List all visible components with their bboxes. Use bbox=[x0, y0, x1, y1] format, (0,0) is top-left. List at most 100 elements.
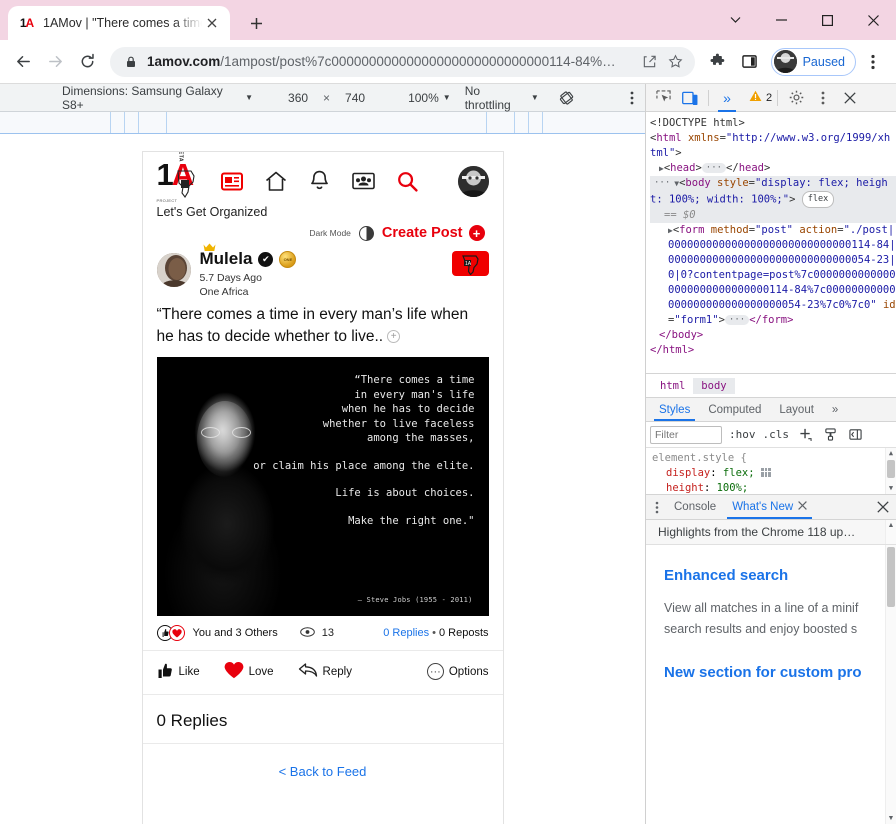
plus-icon[interactable] bbox=[796, 426, 814, 444]
new-tab-button[interactable] bbox=[242, 9, 270, 37]
sidebar-toggle-icon[interactable] bbox=[846, 426, 864, 444]
device-toolbar-icon[interactable] bbox=[677, 86, 703, 110]
whats-new-heading-2[interactable]: New section for custom pro bbox=[664, 664, 882, 681]
styles-rules-pane[interactable]: element.style { display: flex; height: 1… bbox=[646, 448, 896, 494]
more-panels-button[interactable]: » bbox=[714, 86, 740, 112]
style-declaration-display[interactable]: display: flex; bbox=[652, 466, 896, 481]
drawer-tab-close-icon[interactable] bbox=[798, 501, 808, 513]
dom-line-head[interactable]: ▶<head> ··· </head> bbox=[650, 161, 896, 176]
scroll-up-arrow-icon[interactable]: ▲ bbox=[886, 448, 896, 459]
elements-tree[interactable]: <!DOCTYPE html> <html xmlns="http://www.… bbox=[646, 112, 896, 373]
post-source-flag-badge[interactable]: 1A bbox=[451, 251, 489, 276]
tab-more-styles[interactable]: » bbox=[823, 398, 847, 421]
collapsed-children-icon[interactable]: ··· bbox=[701, 163, 727, 173]
post-text: “There comes a time in every man’s life … bbox=[157, 304, 489, 348]
browser-tab[interactable]: 1A 1AMov | "There comes a time in bbox=[8, 6, 230, 40]
search-icon[interactable] bbox=[395, 168, 421, 194]
address-bar[interactable]: 1amov.com/1ampost/post%7c000000000000000… bbox=[110, 46, 695, 77]
like-label: Like bbox=[178, 665, 200, 678]
breadcrumb-item-body[interactable]: body bbox=[693, 377, 735, 394]
dark-mode-toggle[interactable] bbox=[358, 225, 374, 241]
bookmark-star-icon[interactable] bbox=[663, 49, 689, 75]
scrollbar-thumb[interactable] bbox=[887, 460, 895, 478]
profile-status-label: Paused bbox=[802, 54, 845, 69]
scrollbar-thumb[interactable] bbox=[887, 547, 895, 607]
like-button[interactable]: Like bbox=[157, 662, 200, 682]
chrome-menu-kebab-icon[interactable] bbox=[858, 47, 888, 77]
scroll-up-arrow-icon[interactable]: ▲ bbox=[886, 520, 896, 531]
expand-post-icon[interactable]: + bbox=[387, 330, 401, 344]
side-panel-icon[interactable] bbox=[735, 47, 765, 77]
tab-close-icon[interactable] bbox=[202, 13, 222, 33]
collapsed-children-icon[interactable]: ··· bbox=[724, 315, 750, 325]
back-button[interactable] bbox=[8, 47, 38, 77]
forward-button[interactable] bbox=[40, 47, 70, 77]
rotate-icon[interactable] bbox=[555, 86, 580, 110]
whats-new-heading-1[interactable]: Enhanced search bbox=[664, 567, 882, 584]
style-property-display[interactable]: display bbox=[652, 467, 710, 479]
device-dimensions-select[interactable]: Dimensions: Samsung Galaxy S8+ ▼ bbox=[62, 84, 253, 112]
feed-icon[interactable] bbox=[219, 168, 245, 194]
cls-toggle[interactable]: .cls bbox=[763, 428, 790, 441]
drawer-kebab-icon[interactable] bbox=[648, 495, 666, 519]
inspect-element-icon[interactable] bbox=[650, 86, 676, 110]
profile-chip[interactable]: Paused bbox=[770, 47, 856, 76]
love-button[interactable]: Love bbox=[224, 661, 274, 682]
style-property-height[interactable]: height bbox=[652, 482, 704, 494]
author-avatar[interactable] bbox=[156, 253, 191, 287]
style-declaration-height[interactable]: height: 100%; bbox=[652, 481, 896, 494]
replies-link[interactable]: 0 Replies bbox=[383, 627, 429, 639]
window-tab-search-button[interactable] bbox=[712, 0, 758, 40]
flex-editor-icon[interactable] bbox=[760, 468, 771, 477]
drawer-close-icon[interactable] bbox=[870, 495, 896, 519]
reply-button[interactable]: Reply bbox=[298, 662, 352, 681]
whats-new-scrollbar[interactable]: ▼ bbox=[885, 545, 896, 824]
window-close-button[interactable] bbox=[850, 0, 896, 40]
breadcrumb-item-html[interactable]: html bbox=[652, 378, 693, 394]
lock-icon bbox=[124, 55, 138, 69]
dom-line-body[interactable]: ··· ▼<body style="display: flex; height: … bbox=[650, 176, 896, 223]
window-minimize-button[interactable] bbox=[758, 0, 804, 40]
zoom-select[interactable]: 100% ▼ bbox=[408, 91, 451, 105]
style-value-height[interactable]: 100%; bbox=[717, 482, 749, 494]
warning-indicator[interactable]: 2 bbox=[749, 90, 772, 105]
app-logo[interactable]: 1 A BETA PROJECT bbox=[157, 152, 205, 203]
window-maximize-button[interactable] bbox=[804, 0, 850, 40]
drawer-tab-whats-new[interactable]: What's New bbox=[724, 495, 815, 519]
tab-computed[interactable]: Computed bbox=[699, 398, 770, 421]
drawer-tab-console[interactable]: Console bbox=[666, 495, 724, 519]
home-icon[interactable] bbox=[263, 168, 289, 194]
paint-icon[interactable] bbox=[821, 426, 839, 444]
dom-line-form[interactable]: ▶<form method="post" action="./post|0000… bbox=[650, 223, 896, 328]
device-toolbar-kebab-icon[interactable] bbox=[620, 86, 645, 110]
user-avatar[interactable] bbox=[457, 165, 489, 197]
reactions-text[interactable]: You and 3 Others bbox=[193, 627, 278, 639]
quote-line: among the masses, bbox=[367, 432, 475, 444]
viewport-width-input[interactable] bbox=[275, 89, 322, 106]
flex-badge[interactable]: flex bbox=[801, 191, 835, 208]
styles-filter-input[interactable] bbox=[650, 425, 722, 444]
devtools-kebab-icon[interactable] bbox=[810, 86, 836, 110]
devtools-close-icon[interactable] bbox=[837, 86, 863, 110]
options-button[interactable]: ··· Options bbox=[426, 663, 489, 680]
groups-icon[interactable] bbox=[351, 168, 377, 194]
style-value-flex[interactable]: flex; bbox=[723, 467, 755, 479]
throttling-select[interactable]: No throttling ▼ bbox=[465, 84, 539, 112]
tab-layout[interactable]: Layout bbox=[770, 398, 823, 421]
whats-new-scroll-track[interactable]: ▲ bbox=[885, 520, 896, 544]
reload-button[interactable] bbox=[72, 47, 102, 77]
tab-styles[interactable]: Styles bbox=[650, 398, 699, 421]
back-to-feed-link[interactable]: < Back to Feed bbox=[143, 744, 503, 805]
bell-icon[interactable] bbox=[307, 168, 333, 194]
styles-scrollbar[interactable]: ▲ ▼ bbox=[885, 448, 896, 494]
extensions-puzzle-icon[interactable] bbox=[703, 47, 733, 77]
hov-toggle[interactable]: :hov bbox=[729, 428, 756, 441]
gear-icon[interactable] bbox=[783, 86, 809, 110]
create-post-button[interactable]: Create Post + bbox=[382, 225, 485, 241]
scroll-down-arrow-icon[interactable]: ▼ bbox=[886, 483, 896, 494]
share-icon[interactable] bbox=[637, 49, 663, 75]
scroll-down-arrow-icon[interactable]: ▼ bbox=[886, 813, 896, 824]
dom-line-html[interactable]: <html xmlns="http://www.w3.org/1999/xhtm… bbox=[650, 131, 896, 161]
post-image[interactable]: “There comes a time in every man's life … bbox=[156, 357, 489, 616]
viewport-height-input[interactable] bbox=[332, 89, 379, 106]
